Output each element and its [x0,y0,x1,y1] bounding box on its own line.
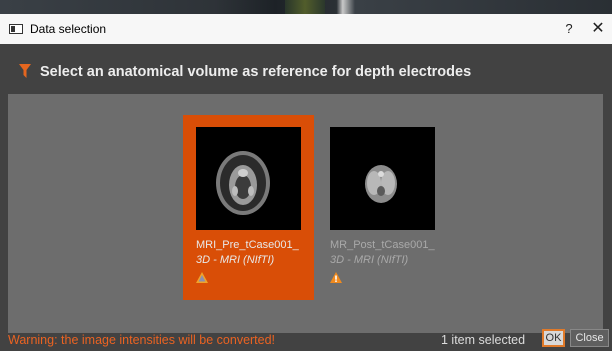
warning-icon [196,272,208,283]
background-strip [0,0,612,14]
dialog-header: Select an anatomical volume as reference… [0,44,612,94]
list-item-mr-post[interactable]: MR_Post_tCase001_ 3D - MRI (NIfTI) [317,115,448,300]
item-list-panel[interactable]: MRI_Pre_tCase001_ 3D - MRI (NIfTI) MR_Po… [8,94,603,333]
help-button[interactable]: ? [560,20,578,38]
list-item-mri-pre[interactable]: MRI_Pre_tCase001_ 3D - MRI (NIfTI) [183,115,314,300]
window-icon [9,24,23,34]
close-button[interactable]: Close [570,329,609,347]
mri-thumbnail [330,127,435,230]
mri-thumbnail [196,127,301,230]
item-type: 3D - MRI (NIfTI) [196,254,275,266]
ok-button[interactable]: OK [542,329,565,347]
conversion-warning: Warning: the image intensities will be c… [8,333,276,347]
dialog-body: Select an anatomical volume as reference… [0,44,612,351]
item-name: MRI_Pre_tCase001_ [196,239,299,251]
item-type: 3D - MRI (NIfTI) [330,254,409,266]
background-glow [285,0,325,14]
filter-icon [19,64,31,78]
warning-icon [330,272,342,283]
dialog-instruction: Select an anatomical volume as reference… [40,64,472,80]
window-titlebar: Data selection ? ✕ [0,14,612,44]
window-title: Data selection [30,22,107,36]
brain-axial-image [216,151,270,215]
brain-axial-image [365,165,397,203]
selection-count: 1 item selected [441,333,526,347]
window-close-button[interactable]: ✕ [588,19,608,39]
item-name: MR_Post_tCase001_ [330,239,435,251]
